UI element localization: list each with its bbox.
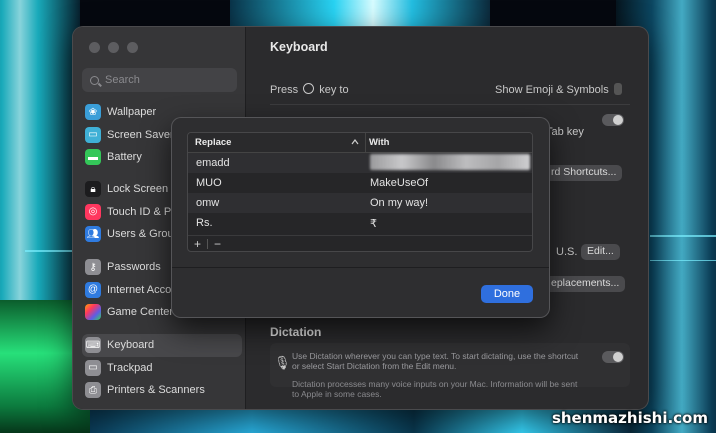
search-icon: [90, 75, 99, 85]
sidebar-item-label: Keyboard: [107, 339, 155, 352]
table-row[interactable]: emadd: [188, 153, 532, 173]
replace-cell: MUO: [196, 177, 222, 189]
sidebar-group: ⌨ Keyboard ▭ Trackpad ⎙ Printers & Scann…: [82, 334, 242, 402]
dictation-description: Use Dictation wherever you can type text…: [292, 351, 578, 371]
keyboard-icon: ⌨: [85, 337, 101, 354]
column-header-label: With: [369, 137, 390, 148]
page-title: Keyboard: [270, 40, 328, 54]
sidebar-item-label: Game Center: [107, 306, 174, 319]
minimize-button[interactable]: [108, 42, 119, 53]
input-source-value: U.S.: [556, 246, 578, 258]
divider: [172, 267, 549, 268]
table-row[interactable]: MUO MakeUseOf: [188, 173, 532, 193]
key-icon: ⚷: [85, 259, 101, 276]
dictation-note-line1: Dictation processes many voice inputs on…: [292, 379, 578, 389]
edit-input-sources-button[interactable]: Edit...: [581, 244, 620, 260]
fingerprint-icon: ◎: [85, 203, 101, 220]
replace-cell: omw: [196, 197, 220, 209]
keyboard-navigation-toggle[interactable]: [602, 114, 624, 126]
table-header: Replace With: [188, 133, 532, 153]
microphone-icon: 🎙︎: [274, 355, 291, 370]
press-key-suffix: key to: [319, 84, 349, 96]
wallpaper-icon: ❀: [85, 104, 101, 121]
with-cell: On my way!: [370, 197, 429, 209]
search-field[interactable]: Search: [82, 68, 237, 92]
dictation-note: Dictation processes many voice inputs on…: [292, 379, 577, 399]
search-placeholder: Search: [105, 74, 140, 86]
printer-icon: ⎙: [85, 382, 101, 399]
table-footer: + −: [188, 235, 532, 251]
press-key-row: Press key to: [270, 83, 349, 96]
replace-cell: Rs.: [196, 217, 213, 229]
chevron-updown-icon: [613, 83, 622, 95]
watermark: shenmazhishi.com: [551, 409, 708, 427]
remove-button[interactable]: −: [208, 237, 227, 251]
close-button[interactable]: [89, 42, 100, 53]
sidebar-item-label: Passwords: [107, 261, 161, 274]
with-cell: MakeUseOf: [370, 177, 429, 189]
window-controls: [89, 42, 138, 53]
column-header-replace[interactable]: Replace: [188, 133, 366, 152]
press-key-label: Press: [270, 84, 299, 96]
sidebar-item-label: Printers & Scanners: [107, 384, 205, 397]
battery-icon: ▬: [85, 149, 101, 166]
dictation-title: Dictation: [270, 325, 322, 339]
with-cell: [366, 153, 530, 173]
users-icon: 👥︎: [85, 226, 101, 243]
sidebar-item-label: Trackpad: [107, 361, 153, 374]
sidebar-item-trackpad[interactable]: ▭ Trackpad: [82, 357, 242, 380]
sort-ascending-icon: [351, 139, 359, 145]
emoji-select-value: Show Emoji & Symbols: [495, 84, 609, 96]
dictation-toggle[interactable]: [602, 351, 624, 363]
keyboard-shortcuts-button[interactable]: rd Shortcuts...: [545, 165, 623, 181]
done-button[interactable]: Done: [481, 285, 533, 303]
text-replacements-button[interactable]: eplacements...: [545, 276, 626, 292]
globe-icon: [303, 83, 315, 94]
lock-icon: 🔒︎: [85, 181, 101, 198]
sidebar-item-label: Wallpaper: [107, 106, 157, 119]
table-row[interactable]: omw On my way!: [188, 193, 532, 213]
column-header-label: Replace: [195, 137, 232, 148]
text-replacements-sheet: Replace With emadd MUO MakeUseOf omw On …: [172, 118, 549, 317]
add-button[interactable]: +: [188, 237, 207, 251]
divider: [270, 104, 630, 105]
dictation-desc-line1: Use Dictation wherever you can type text…: [292, 351, 579, 361]
sidebar-item-label: Screen Saver: [107, 128, 174, 141]
screen-saver-icon: ▭: [85, 126, 101, 143]
tab-key-text: Tab key: [546, 126, 584, 138]
dictation-note-line2: to Apple in some cases.: [292, 389, 382, 399]
emoji-select[interactable]: Show Emoji & Symbols: [495, 83, 622, 96]
sidebar-item-label: Lock Screen: [107, 183, 169, 196]
zoom-button[interactable]: [127, 42, 138, 53]
column-header-with[interactable]: With: [366, 137, 390, 148]
at-icon: @: [85, 281, 101, 298]
trackpad-icon: ▭: [85, 359, 101, 376]
replacements-table: Replace With emadd MUO MakeUseOf omw On …: [187, 132, 533, 252]
redacted-value: [370, 153, 530, 170]
sidebar-item-printers[interactable]: ⎙ Printers & Scanners: [82, 379, 242, 402]
with-cell: ₹: [370, 217, 377, 230]
dictation-desc-line2: or select Start Dictation from the Edit …: [292, 361, 457, 371]
replace-cell: emadd: [196, 157, 230, 169]
game-center-icon: [85, 304, 101, 321]
sidebar-item-keyboard[interactable]: ⌨ Keyboard: [82, 334, 242, 357]
table-row[interactable]: Rs. ₹: [188, 213, 532, 233]
sidebar-item-label: Battery: [107, 151, 142, 164]
